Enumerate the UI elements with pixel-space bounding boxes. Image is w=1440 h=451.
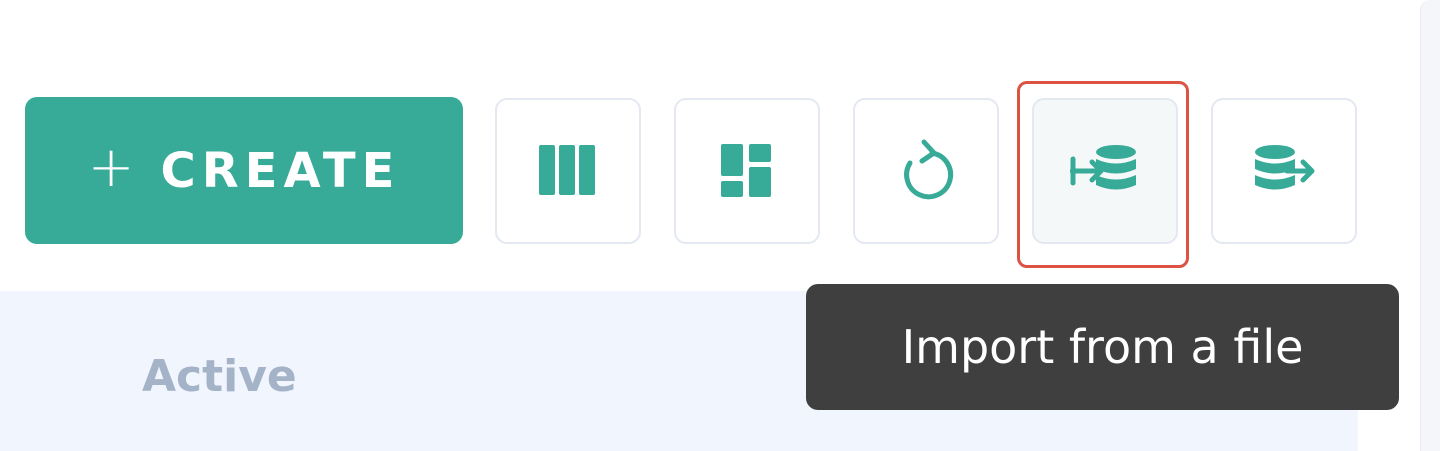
export-button[interactable] (1211, 98, 1357, 244)
columns-view-button[interactable] (495, 98, 641, 244)
refresh-button[interactable] (853, 98, 999, 244)
create-button-label: CREATE (160, 142, 401, 199)
columns-icon (539, 145, 595, 195)
import-from-file-button[interactable] (1032, 98, 1178, 244)
create-button[interactable]: + CREATE (25, 97, 463, 244)
database-export-icon (1255, 145, 1315, 190)
plus-icon: + (87, 134, 135, 200)
side-panel-edge (1420, 0, 1440, 451)
import-tooltip: Import from a file (806, 284, 1399, 410)
tooltip-text: Import from a file (901, 320, 1304, 374)
refresh-icon (904, 139, 954, 200)
page: + CREATE Active Import from a file (0, 0, 1440, 451)
toolbar: + CREATE (0, 0, 1420, 280)
dashboard-layout-icon (721, 144, 771, 197)
database-import-icon (1070, 145, 1136, 190)
dashboard-view-button[interactable] (674, 98, 820, 244)
tab-active[interactable]: Active (142, 351, 297, 402)
